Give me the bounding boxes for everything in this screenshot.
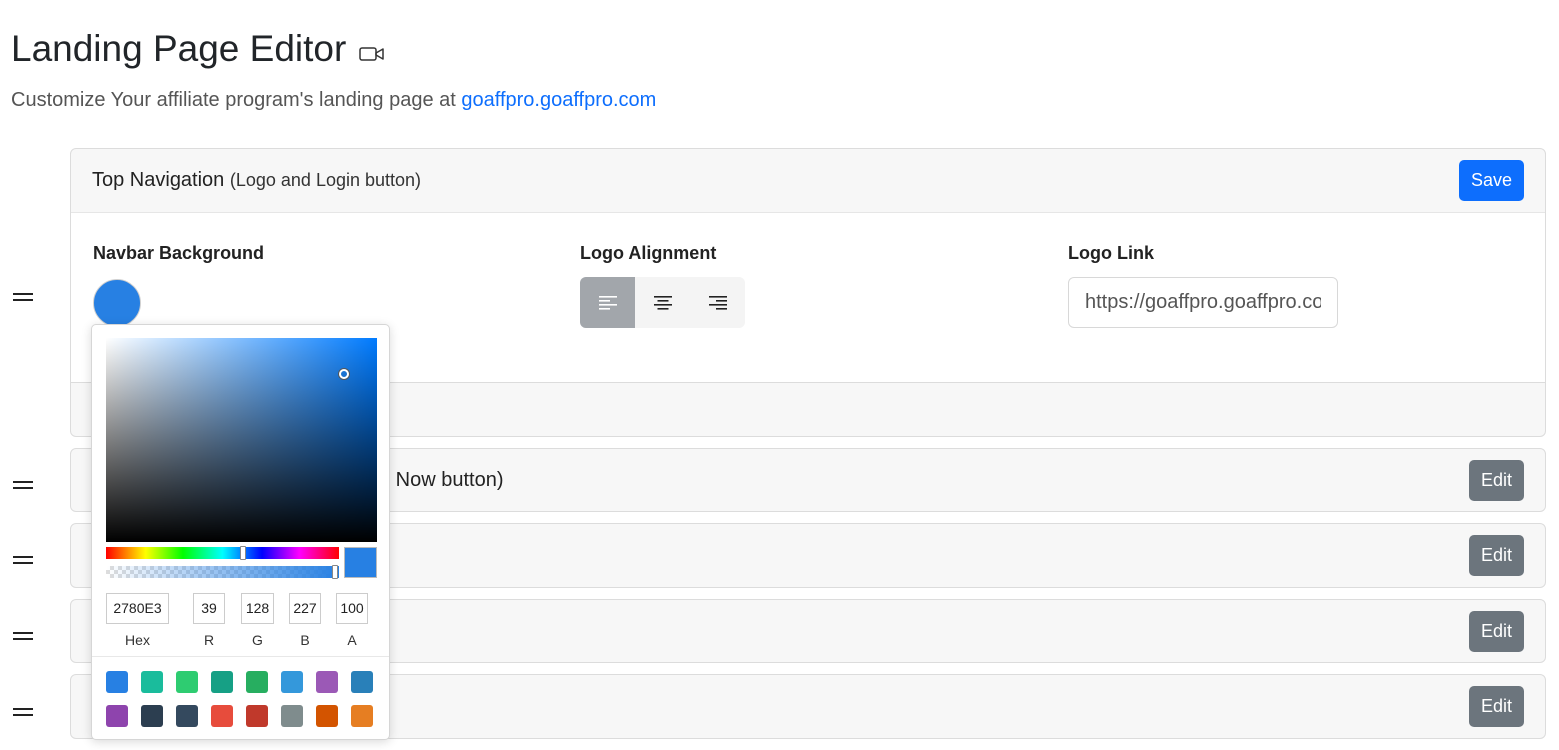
logo-alignment-label: Logo Alignment <box>580 243 717 263</box>
preset-color-swatch[interactable] <box>176 671 198 693</box>
card-title: Top Navigation (Logo and Login button) <box>92 169 421 192</box>
card-subtitle: (Logo and Login button) <box>229 170 422 190</box>
preset-color-swatch[interactable] <box>106 671 128 693</box>
a-input[interactable]: 100 <box>336 593 368 624</box>
drag-handle-icon[interactable] <box>13 556 33 564</box>
preset-color-swatch[interactable] <box>211 705 233 727</box>
preset-color-swatch[interactable] <box>316 671 338 693</box>
picker-divider <box>92 656 389 657</box>
r-input[interactable]: 39 <box>193 593 225 624</box>
preset-color-swatch[interactable] <box>281 705 303 727</box>
preset-color-swatch[interactable] <box>281 671 303 693</box>
preset-color-swatch[interactable] <box>106 705 128 727</box>
edit-button[interactable]: Edit <box>1469 535 1524 576</box>
saturation-thumb[interactable] <box>339 369 349 379</box>
edit-button[interactable]: Edit <box>1469 459 1524 501</box>
align-right-icon <box>708 295 727 310</box>
drag-handle-icon[interactable] <box>13 632 33 640</box>
preset-color-swatch[interactable] <box>246 671 268 693</box>
hue-thumb[interactable] <box>240 546 246 560</box>
preset-color-swatch[interactable] <box>141 705 163 727</box>
preset-color-swatch[interactable] <box>316 705 338 727</box>
b-input[interactable]: 227 <box>289 593 321 624</box>
drag-handle-icon[interactable] <box>13 708 33 716</box>
hue-slider[interactable] <box>106 546 339 560</box>
page-subtitle: Customize Your affiliate program's landi… <box>11 89 656 112</box>
logo-link-label: Logo Link <box>1068 243 1154 263</box>
r-label: R <box>203 632 215 648</box>
page-title-text: Landing Page Editor <box>11 28 347 69</box>
edit-button[interactable]: Edit <box>1469 610 1524 652</box>
color-picker-popup: 2780E3 39 128 227 100 Hex R G B A <box>91 324 390 740</box>
alpha-slider[interactable] <box>106 565 339 579</box>
align-left-icon <box>598 295 617 310</box>
navbar-color-swatch[interactable] <box>93 279 141 327</box>
align-center-button[interactable] <box>635 277 690 328</box>
g-label: G <box>252 632 263 648</box>
preset-color-swatch[interactable] <box>246 705 268 727</box>
preset-color-swatch[interactable] <box>176 705 198 727</box>
align-left-button[interactable] <box>580 277 635 328</box>
hex-label: Hex <box>125 632 150 648</box>
save-button[interactable]: Save <box>1458 160 1524 201</box>
store-link[interactable]: goaffpro.goaffpro.com <box>461 89 656 111</box>
align-center-icon <box>653 295 672 310</box>
logo-alignment-group <box>580 277 745 328</box>
hex-input[interactable]: 2780E3 <box>106 593 169 624</box>
preset-color-swatch[interactable] <box>211 671 233 693</box>
card-title-text: Top Navigation <box>92 169 225 191</box>
page-title: Landing Page Editor <box>11 28 385 70</box>
saturation-panel[interactable] <box>106 338 377 542</box>
drag-handle-icon[interactable] <box>13 481 33 489</box>
navbar-background-label: Navbar Background <box>93 243 265 263</box>
edit-button[interactable]: Edit <box>1469 686 1524 727</box>
logo-link-input[interactable] <box>1068 277 1338 328</box>
preset-color-swatch[interactable] <box>141 671 163 693</box>
subtitle-text: Customize Your affiliate program's landi… <box>11 89 462 111</box>
a-label: A <box>347 632 357 648</box>
alpha-thumb[interactable] <box>332 565 338 579</box>
preset-color-swatch[interactable] <box>351 705 373 727</box>
video-camera-icon[interactable] <box>359 45 385 63</box>
drag-handle-icon[interactable] <box>13 293 33 301</box>
color-preview-swatch <box>344 547 377 578</box>
align-right-button[interactable] <box>690 277 745 328</box>
g-input[interactable]: 128 <box>241 593 274 624</box>
card-header: Top Navigation (Logo and Login button) S… <box>71 149 1545 212</box>
preset-color-swatch[interactable] <box>351 671 373 693</box>
b-label: B <box>300 632 310 648</box>
